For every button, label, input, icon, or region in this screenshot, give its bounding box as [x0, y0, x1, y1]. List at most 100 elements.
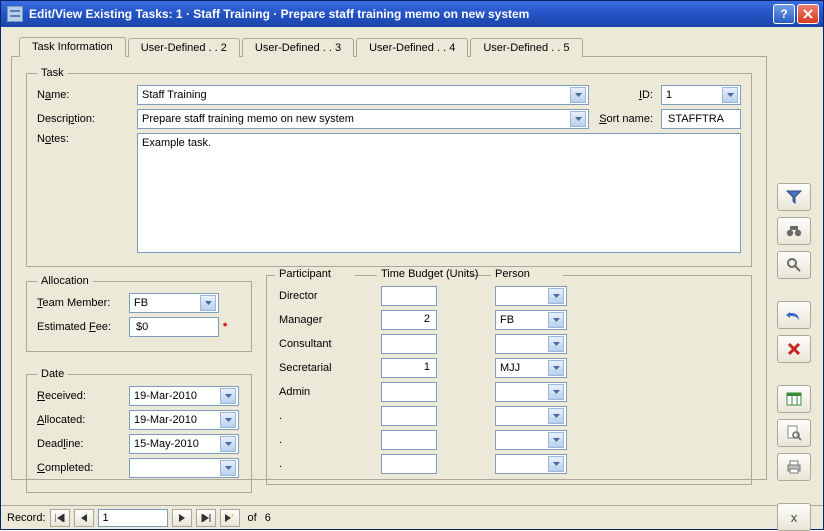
- sortname-input[interactable]: [661, 109, 741, 129]
- allocated-date[interactable]: 19-Mar-2010: [129, 410, 239, 430]
- titlebar: Edit/View Existing Tasks: 1 · Staff Trai…: [1, 1, 823, 27]
- time-budget-field[interactable]: [386, 311, 432, 327]
- close-x-icon: x: [791, 510, 798, 525]
- id-value: 1: [666, 89, 722, 101]
- person-dropdown-button[interactable]: [548, 432, 564, 448]
- deadline-date[interactable]: 15-May-2010: [129, 434, 239, 454]
- close-form-button[interactable]: x: [777, 503, 811, 531]
- name-dropdown-button[interactable]: [570, 87, 586, 103]
- sortname-field[interactable]: [666, 111, 738, 127]
- time-budget-input[interactable]: [381, 286, 437, 306]
- tab-panel: Task Name: Staff Training ID: 1 Descript…: [11, 56, 767, 480]
- time-budget-input[interactable]: [381, 334, 437, 354]
- preview-button[interactable]: [777, 419, 811, 447]
- id-dropdown-button[interactable]: [722, 87, 738, 103]
- nav-new-button[interactable]: *: [220, 509, 240, 527]
- time-budget-input[interactable]: [381, 454, 437, 474]
- page-magnifier-icon: [786, 425, 802, 441]
- time-budget-input[interactable]: [381, 358, 437, 378]
- person-combo[interactable]: [495, 382, 567, 402]
- person-dropdown-button[interactable]: [548, 456, 564, 472]
- time-budget-field[interactable]: [386, 455, 432, 471]
- time-budget-field[interactable]: [386, 359, 432, 375]
- person-dropdown-button[interactable]: [548, 384, 564, 400]
- deadline-dropdown-button[interactable]: [220, 436, 236, 452]
- help-button[interactable]: ?: [773, 4, 795, 24]
- allocated-dropdown-button[interactable]: [220, 412, 236, 428]
- right-toolbar: x: [777, 183, 815, 531]
- delete-button[interactable]: [777, 335, 811, 363]
- client-area: Task Information User-Defined . . 2 User…: [1, 27, 823, 505]
- find-button[interactable]: [777, 217, 811, 245]
- nav-prev-button[interactable]: [74, 509, 94, 527]
- allocation-legend: Allocation: [37, 275, 93, 287]
- time-budget-input[interactable]: [381, 310, 437, 330]
- magnifier-icon: [786, 257, 802, 273]
- person-combo[interactable]: [495, 406, 567, 426]
- completed-dropdown-button[interactable]: [220, 460, 236, 476]
- person-combo[interactable]: MJJ: [495, 358, 567, 378]
- tab-user-defined-3[interactable]: User-Defined . . 3: [242, 38, 354, 57]
- tab-user-defined-2[interactable]: User-Defined . . 2: [128, 38, 240, 57]
- team-member-dropdown-button[interactable]: [200, 295, 216, 311]
- zoom-button[interactable]: [777, 251, 811, 279]
- time-budget-input[interactable]: [381, 430, 437, 450]
- person-combo[interactable]: [495, 454, 567, 474]
- person-dropdown-button[interactable]: [548, 312, 564, 328]
- person-dropdown-button[interactable]: [548, 408, 564, 424]
- task-group: Task Name: Staff Training ID: 1 Descript…: [26, 67, 752, 267]
- name-combo[interactable]: Staff Training: [137, 85, 589, 105]
- person-combo[interactable]: [495, 334, 567, 354]
- time-budget-field[interactable]: [386, 383, 432, 399]
- id-label: ID:: [597, 89, 653, 101]
- tab-user-defined-4[interactable]: User-Defined . . 4: [356, 38, 468, 57]
- received-date[interactable]: 19-Mar-2010: [129, 386, 239, 406]
- window-close-button[interactable]: [797, 4, 819, 24]
- person-header: Person: [491, 268, 563, 280]
- time-budget-field[interactable]: [386, 407, 432, 423]
- estimated-fee-input[interactable]: [129, 317, 219, 337]
- description-combo[interactable]: Prepare staff training memo on new syste…: [137, 109, 589, 129]
- tab-user-defined-5[interactable]: User-Defined . . 5: [470, 38, 582, 57]
- printer-icon: [786, 460, 802, 474]
- time-budget-field[interactable]: [386, 431, 432, 447]
- received-dropdown-button[interactable]: [220, 388, 236, 404]
- participant-header: Participant: [275, 268, 355, 280]
- description-label: Description:: [37, 113, 129, 125]
- nav-first-button[interactable]: [50, 509, 70, 527]
- delete-x-icon: [787, 342, 801, 356]
- record-current[interactable]: 1: [98, 509, 168, 527]
- app-icon: [7, 6, 23, 22]
- print-button[interactable]: [777, 453, 811, 481]
- time-budget-field[interactable]: [386, 287, 432, 303]
- description-dropdown-button[interactable]: [570, 111, 586, 127]
- participant-group: Participant Time Budget (Units) Person D…: [266, 275, 752, 485]
- notes-textarea[interactable]: [137, 133, 741, 253]
- time-budget-field[interactable]: [386, 335, 432, 351]
- person-dropdown-button[interactable]: [548, 360, 564, 376]
- person-dropdown-button[interactable]: [548, 336, 564, 352]
- allocation-group: Allocation Team Member: FB Estimated Fee…: [26, 275, 252, 352]
- record-of-label: of: [248, 512, 257, 524]
- undo-button[interactable]: [777, 301, 811, 329]
- filter-button[interactable]: [777, 183, 811, 211]
- team-member-combo[interactable]: FB: [129, 293, 219, 313]
- person-dropdown-button[interactable]: [548, 288, 564, 304]
- id-combo[interactable]: 1: [661, 85, 741, 105]
- participant-role: .: [279, 434, 359, 446]
- time-budget-input[interactable]: [381, 382, 437, 402]
- excel-button[interactable]: [777, 385, 811, 413]
- svg-text:*: *: [231, 514, 234, 521]
- team-member-label: Team Member:: [37, 297, 129, 309]
- tab-task-information[interactable]: Task Information: [19, 37, 126, 57]
- estimated-fee-field[interactable]: [134, 319, 216, 335]
- nav-last-button[interactable]: [196, 509, 216, 527]
- person-combo[interactable]: FB: [495, 310, 567, 330]
- completed-date[interactable]: [129, 458, 239, 478]
- nav-next-button[interactable]: [172, 509, 192, 527]
- person-combo[interactable]: [495, 430, 567, 450]
- person-combo[interactable]: [495, 286, 567, 306]
- time-budget-input[interactable]: [381, 406, 437, 426]
- participant-role: Director: [279, 290, 359, 302]
- window-frame: Edit/View Existing Tasks: 1 · Staff Trai…: [0, 0, 824, 530]
